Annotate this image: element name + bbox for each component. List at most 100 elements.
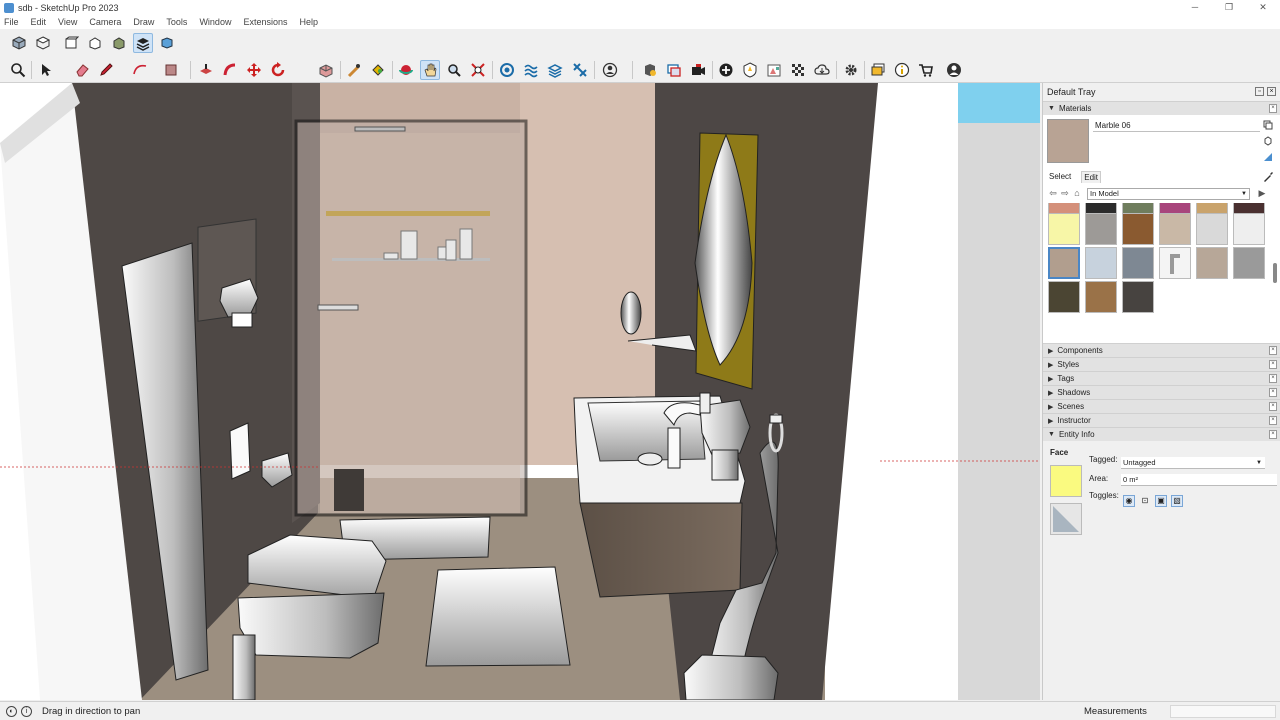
3d-viewport[interactable]: [0, 83, 1040, 700]
cart-icon[interactable]: [916, 60, 936, 80]
material-swatch[interactable]: [1233, 213, 1265, 245]
materials-panel-header[interactable]: ▼ Materials ×: [1043, 101, 1280, 115]
rotate-icon[interactable]: [268, 60, 288, 80]
material-swatch[interactable]: [1085, 213, 1117, 245]
minimize-button[interactable]: ─: [1178, 0, 1212, 15]
menu-edit[interactable]: Edit: [31, 17, 47, 27]
shadows-panel-header[interactable]: ▶ Shadows ×: [1043, 385, 1280, 399]
tray-pin-icon[interactable]: ▫: [1255, 87, 1264, 96]
material-swatch[interactable]: [1122, 213, 1154, 245]
panel-close-icon[interactable]: ×: [1269, 104, 1277, 113]
arc-icon[interactable]: [130, 60, 150, 80]
components-panel-header[interactable]: ▶ Components ×: [1043, 343, 1280, 357]
tray-close-icon[interactable]: ×: [1267, 87, 1276, 96]
styles-icon[interactable]: [640, 60, 660, 80]
scenes-panel-header[interactable]: ▶ Scenes ×: [1043, 399, 1280, 413]
back-material-swatch[interactable]: [1050, 503, 1082, 535]
right-view-icon[interactable]: [85, 33, 105, 53]
material-swatch[interactable]: [1048, 281, 1080, 313]
pencil-icon[interactable]: [96, 60, 116, 80]
rectangle-icon[interactable]: [161, 60, 181, 80]
tag-select[interactable]: Untagged ▼: [1121, 457, 1265, 469]
material-swatch[interactable]: [1233, 247, 1265, 279]
profile-icon[interactable]: [944, 60, 964, 80]
cast-shadow-toggle-icon[interactable]: ▣: [1155, 495, 1167, 507]
measurements-input[interactable]: [1170, 705, 1276, 718]
menu-view[interactable]: View: [58, 17, 77, 27]
library-select[interactable]: In Model ▼: [1087, 188, 1250, 200]
tape-measure-icon[interactable]: [344, 60, 364, 80]
panel-close-icon[interactable]: ×: [1269, 374, 1277, 383]
material-swatch[interactable]: [1122, 281, 1154, 313]
material-swatch[interactable]: [1159, 213, 1191, 245]
eraser-icon[interactable]: [72, 60, 92, 80]
back-view-icon[interactable]: [109, 33, 129, 53]
bottom-view-icon[interactable]: [157, 33, 177, 53]
geo-location-icon[interactable]: ◐: [6, 705, 17, 717]
add-location-icon[interactable]: [688, 60, 708, 80]
menu-help[interactable]: Help: [299, 17, 318, 27]
material-swatch[interactable]: [1196, 247, 1228, 279]
material-swatch[interactable]: [1159, 247, 1191, 279]
sample-paint-icon[interactable]: [1262, 171, 1274, 183]
visible-toggle-icon[interactable]: ◉: [1123, 495, 1135, 507]
panel-close-icon[interactable]: ×: [1269, 360, 1277, 369]
material-swatch[interactable]: [1085, 281, 1117, 313]
lock-toggle-icon[interactable]: ⊡: [1139, 495, 1151, 507]
material-swatch[interactable]: [1122, 247, 1154, 279]
menu-file[interactable]: File: [4, 17, 19, 27]
swatch-scrollbar[interactable]: [1272, 203, 1278, 335]
menu-tools[interactable]: Tools: [166, 17, 187, 27]
close-button[interactable]: ✕: [1246, 0, 1280, 15]
panel-close-icon[interactable]: ×: [1269, 430, 1277, 439]
match-photo-icon[interactable]: [740, 60, 760, 80]
account-icon[interactable]: [570, 60, 590, 80]
paint-bucket-icon[interactable]: [368, 60, 388, 80]
zoom-extents-icon[interactable]: [468, 60, 488, 80]
default-material-icon[interactable]: [1262, 151, 1274, 163]
details-arrow-icon[interactable]: ▶: [1256, 188, 1268, 200]
checker-icon[interactable]: [764, 60, 784, 80]
menu-extensions[interactable]: Extensions: [243, 17, 287, 27]
menu-window[interactable]: Window: [199, 17, 231, 27]
menu-draw[interactable]: Draw: [133, 17, 154, 27]
orbit-icon[interactable]: [396, 60, 416, 80]
material-swatch[interactable]: [1085, 247, 1117, 279]
instructor-panel-header[interactable]: ▶ Instructor ×: [1043, 413, 1280, 427]
front-material-swatch[interactable]: [1050, 465, 1082, 497]
info-icon[interactable]: [892, 60, 912, 80]
scenes-icon[interactable]: [664, 60, 684, 80]
material-preview[interactable]: [1047, 119, 1089, 163]
section-icon[interactable]: [497, 60, 517, 80]
maximize-button[interactable]: ❐: [1212, 0, 1246, 15]
create-material-icon[interactable]: [1262, 135, 1274, 147]
display-secondary-icon[interactable]: [1262, 119, 1274, 131]
cloud-icon[interactable]: [788, 60, 808, 80]
scale-icon[interactable]: [316, 60, 336, 80]
push-pull-icon[interactable]: [196, 60, 216, 80]
move-icon[interactable]: [244, 60, 264, 80]
iso-view-icon[interactable]: [9, 33, 29, 53]
back-arrow-icon[interactable]: ⇦: [1047, 188, 1059, 200]
sandbox-icon[interactable]: [521, 60, 541, 80]
left-view-icon[interactable]: [133, 33, 153, 53]
settings-icon[interactable]: [812, 60, 832, 80]
panel-close-icon[interactable]: ×: [1269, 388, 1277, 397]
front-view-icon[interactable]: [61, 33, 81, 53]
tab-select[interactable]: Select: [1047, 171, 1073, 183]
panel-close-icon[interactable]: ×: [1269, 346, 1277, 355]
styles-panel-header[interactable]: ▶ Styles ×: [1043, 357, 1280, 371]
tags-panel-header[interactable]: ▶ Tags ×: [1043, 371, 1280, 385]
material-swatch[interactable]: [1196, 213, 1228, 245]
top-view-icon[interactable]: [33, 33, 53, 53]
receive-shadow-toggle-icon[interactable]: ▧: [1171, 495, 1183, 507]
message-icon[interactable]: [868, 60, 888, 80]
zoom-tool-icon[interactable]: [444, 60, 464, 80]
credits-icon[interactable]: i: [21, 705, 32, 717]
photo-texture-icon[interactable]: [716, 60, 736, 80]
forward-arrow-icon[interactable]: ⇨: [1059, 188, 1071, 200]
components-icon[interactable]: [600, 60, 620, 80]
material-swatch[interactable]: [1048, 247, 1080, 279]
select-icon[interactable]: [36, 60, 56, 80]
material-name-field[interactable]: Marble 06: [1093, 119, 1260, 132]
